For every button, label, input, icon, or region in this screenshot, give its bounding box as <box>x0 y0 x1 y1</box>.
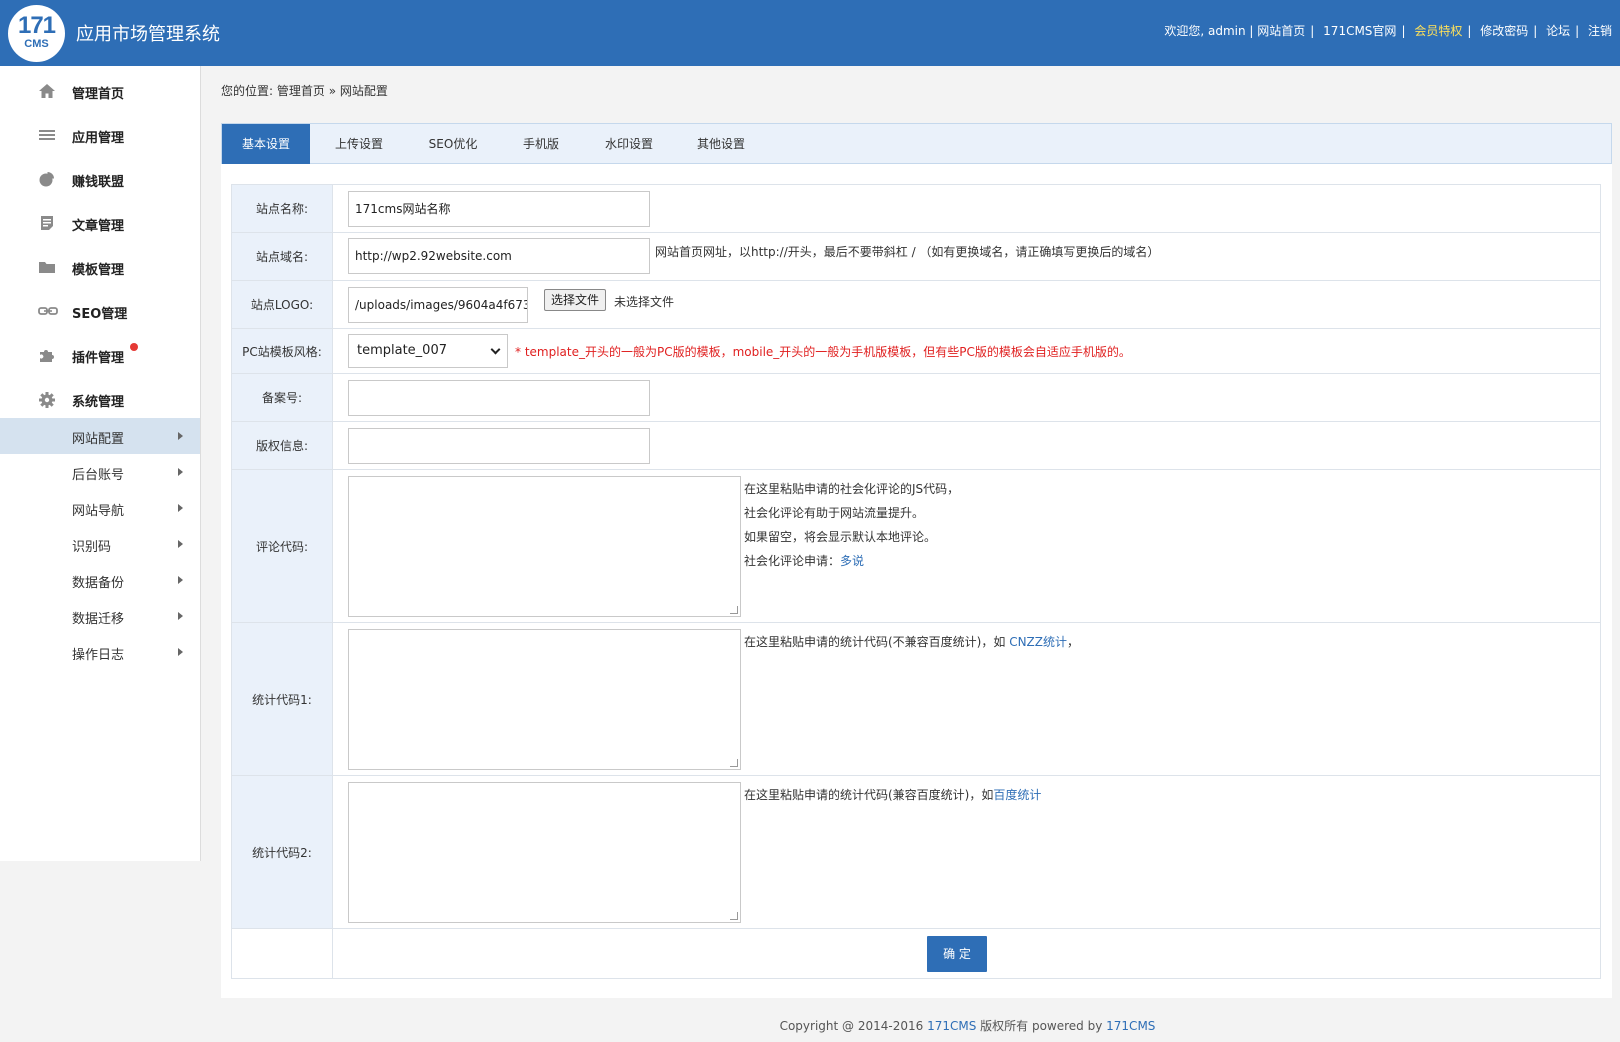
comment-apply-line: 社会化评论申请：多说 <box>744 554 865 568</box>
row-copyright: 版权信息: <box>232 422 1600 470</box>
row-comment-code: 评论代码: 在这里粘贴申请的社会化评论的JS代码， 社会化评论有助于网站流量提升… <box>232 470 1600 623</box>
comment-code-textarea[interactable] <box>348 476 741 617</box>
stats-1-hint: 在这里粘贴申请的统计代码(不兼容百度统计)，如 CNZZ统计， <box>744 635 1080 649</box>
nav-link-vip[interactable]: 会员特权 <box>1414 24 1462 38</box>
caret-right-icon <box>178 432 183 440</box>
caret-right-icon <box>178 612 183 620</box>
folder-icon <box>38 259 58 275</box>
main-panel: 基本设置 上传设置 SEO优化 手机版 水印设置 其他设置 站点名称: 171c… <box>221 123 1612 998</box>
site-domain-input[interactable]: http://wp2.92website.com <box>348 238 650 274</box>
chevron-down-icon <box>490 344 501 355</box>
nav-link-official[interactable]: 171CMS官网 <box>1323 24 1396 38</box>
duoshuo-link[interactable]: 多说 <box>840 554 864 568</box>
comment-hint-3: 如果留空，将会显示默认本地评论。 <box>744 530 937 544</box>
comment-hint-1: 在这里粘贴申请的社会化评论的JS代码， <box>744 482 960 496</box>
sub-item-backup[interactable]: 数据备份 <box>0 562 200 598</box>
tab-basic[interactable]: 基本设置 <box>222 124 310 164</box>
puzzle-icon <box>38 347 58 363</box>
caret-right-icon <box>178 468 183 476</box>
sub-item-site-config[interactable]: 网站配置 <box>0 418 200 454</box>
breadcrumb-current: 网站配置 <box>339 84 388 98</box>
nav-link-forum[interactable]: 论坛 <box>1546 24 1570 38</box>
breadcrumb: 您的位置: 管理首页 » 网站配置 <box>221 84 388 98</box>
row-submit: 确 定 <box>232 929 1600 978</box>
copyright-input[interactable] <box>348 428 650 464</box>
comment-hint-2: 社会化评论有助于网站流量提升。 <box>744 506 925 520</box>
nav-link-logout[interactable]: 注销 <box>1588 24 1612 38</box>
footer-brand-link-2[interactable]: 171CMS <box>1106 1019 1155 1033</box>
top-header: 171 CMS 应用市场管理系统 欢迎您, admin | 网站首页 | 171C… <box>0 0 1620 66</box>
sub-item-id-code[interactable]: 识别码 <box>0 526 200 562</box>
nav-link-home[interactable]: 网站首页 <box>1257 24 1305 38</box>
breadcrumb-home-link[interactable]: 管理首页 <box>277 84 325 98</box>
choose-file-button[interactable]: 选择文件 <box>544 289 607 311</box>
sub-item-logs[interactable]: 操作日志 <box>0 634 200 670</box>
resize-grip-icon[interactable] <box>730 912 738 920</box>
settings-form: 站点名称: 171cms网站名称 站点域名: http://wp2.92webs… <box>231 184 1601 979</box>
logo-text: CMS <box>24 38 49 50</box>
tab-upload[interactable]: 上传设置 <box>310 124 408 164</box>
tab-mobile[interactable]: 手机版 <box>498 124 584 164</box>
baidu-stats-link[interactable]: 百度统计 <box>993 788 1041 802</box>
resize-grip-icon[interactable] <box>730 606 738 614</box>
sidebar-item-templates[interactable]: 模板管理 <box>0 247 200 287</box>
sidebar-item-home[interactable]: 管理首页 <box>0 71 200 111</box>
caret-right-icon <box>178 540 183 548</box>
resize-grip-icon[interactable] <box>730 759 738 767</box>
sidebar-item-plugins[interactable]: 插件管理 <box>0 335 200 375</box>
site-logo-input[interactable]: /uploads/images/9604a4f67391f4 <box>348 287 528 323</box>
row-stats-code-2: 统计代码2: 在这里粘贴申请的统计代码(兼容百度统计)，如百度统计 <box>232 776 1600 929</box>
tab-other[interactable]: 其他设置 <box>674 124 768 164</box>
pc-template-select[interactable]: template_007 <box>348 334 508 368</box>
tab-watermark[interactable]: 水印设置 <box>584 124 674 164</box>
tab-bar: 基本设置 上传设置 SEO优化 手机版 水印设置 其他设置 <box>221 123 1612 164</box>
sub-item-migration[interactable]: 数据迁移 <box>0 598 200 634</box>
app-title: 应用市场管理系统 <box>76 24 220 45</box>
stats-2-hint: 在这里粘贴申请的统计代码(兼容百度统计)，如百度统计 <box>744 788 1042 802</box>
site-domain-hint: 网站首页网址，以http://开头，最后不要带斜杠 / （如有更换域名，请正确填… <box>655 245 1160 259</box>
template-hint: * template_开头的一般为PC版的模板，mobile_开头的一般为手机版… <box>515 345 1131 359</box>
logo[interactable]: 171 CMS <box>8 5 65 62</box>
document-icon <box>38 215 58 231</box>
sidebar: 管理首页 应用管理 赚钱联盟 文章管理 模板管理 SEO管理 插件管理 系统管理… <box>0 66 201 861</box>
sidebar-item-apps[interactable]: 应用管理 <box>0 115 200 155</box>
row-stats-code-1: 统计代码1: 在这里粘贴申请的统计代码(不兼容百度统计)，如 CNZZ统计， <box>232 623 1600 776</box>
row-site-logo: 站点LOGO: /uploads/images/9604a4f67391f4 选… <box>232 281 1600 329</box>
stats-code-1-textarea[interactable] <box>348 629 741 770</box>
logo-number: 171 <box>17 12 56 39</box>
site-name-input[interactable]: 171cms网站名称 <box>348 191 650 227</box>
caret-right-icon <box>178 504 183 512</box>
pie-chart-icon <box>38 171 58 187</box>
confirm-button[interactable]: 确 定 <box>927 936 987 972</box>
sidebar-item-system[interactable]: 系统管理 <box>0 379 200 419</box>
home-icon <box>38 83 58 99</box>
file-status: 未选择文件 <box>614 295 675 309</box>
welcome-text: 欢迎您, admin | <box>1164 24 1254 38</box>
sub-item-admin-accounts[interactable]: 后台账号 <box>0 454 200 490</box>
sub-item-site-nav[interactable]: 网站导航 <box>0 490 200 526</box>
notification-dot <box>130 343 138 351</box>
row-pc-template: PC站模板风格: template_007 * template_开头的一般为P… <box>232 329 1600 374</box>
caret-right-icon <box>178 648 183 656</box>
icp-input[interactable] <box>348 380 650 416</box>
gear-icon <box>38 391 58 408</box>
top-nav: 欢迎您, admin | 网站首页 | 171CMS官网 | 会员特权 | 修改密码 |… <box>1164 24 1612 38</box>
cnzz-link[interactable]: CNZZ统计 <box>1009 635 1067 649</box>
link-icon <box>38 303 58 319</box>
caret-right-icon <box>178 576 183 584</box>
footer: Copyright @ 2014-2016 171CMS 版权所有 powere… <box>779 1019 1156 1033</box>
row-site-domain: 站点域名: http://wp2.92website.com 网站首页网址，以h… <box>232 233 1600 281</box>
sidebar-item-articles[interactable]: 文章管理 <box>0 203 200 243</box>
row-icp: 备案号: <box>232 374 1600 422</box>
tab-seo[interactable]: SEO优化 <box>408 124 498 164</box>
sidebar-item-union[interactable]: 赚钱联盟 <box>0 159 200 199</box>
list-icon <box>38 127 58 143</box>
stats-code-2-textarea[interactable] <box>348 782 741 923</box>
row-site-name: 站点名称: 171cms网站名称 <box>232 185 1600 233</box>
footer-brand-link-1[interactable]: 171CMS <box>927 1019 976 1033</box>
nav-link-password[interactable]: 修改密码 <box>1480 24 1528 38</box>
sidebar-item-seo[interactable]: SEO管理 <box>0 291 200 331</box>
